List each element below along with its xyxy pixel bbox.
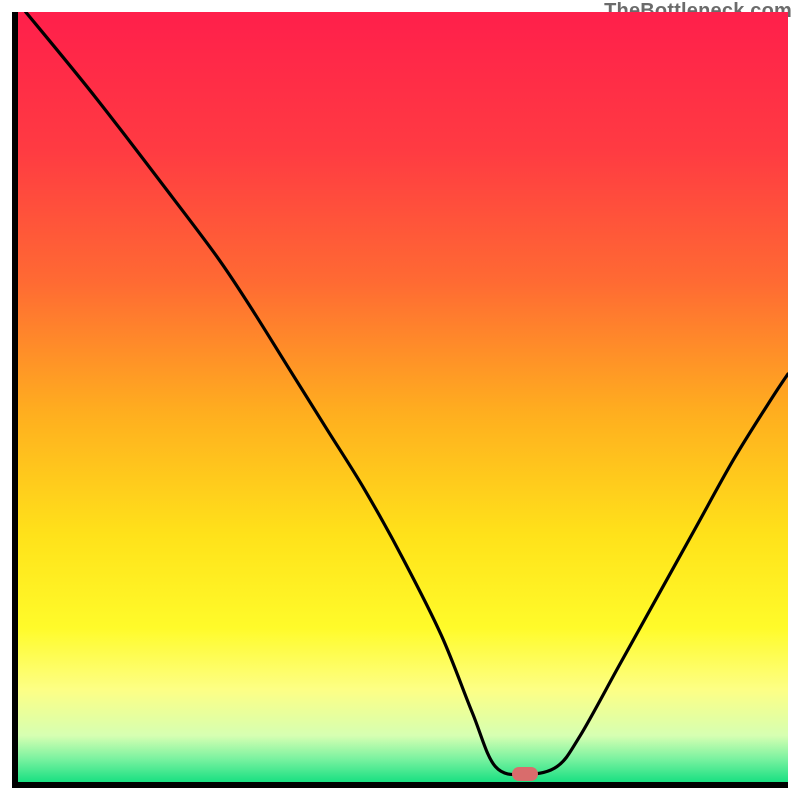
optimal-marker xyxy=(512,767,538,781)
chart-container: TheBottleneck.com xyxy=(0,0,800,800)
bottleneck-curve xyxy=(18,12,788,782)
plot-area xyxy=(12,12,788,788)
